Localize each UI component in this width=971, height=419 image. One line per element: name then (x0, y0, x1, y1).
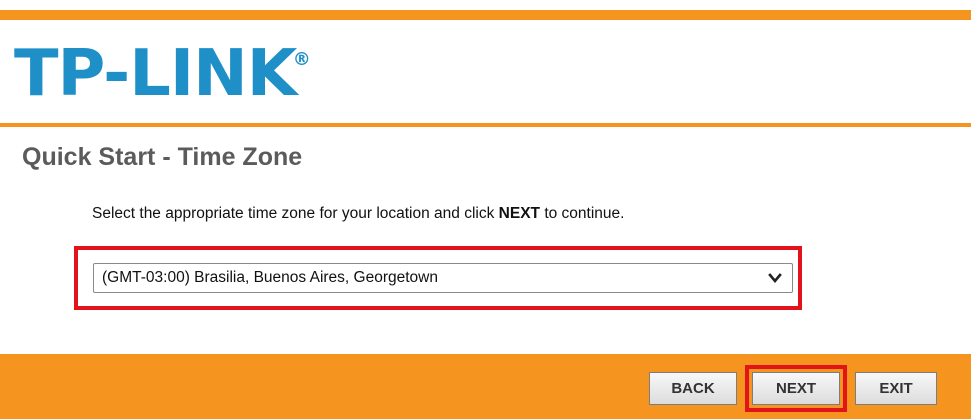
page-title: Quick Start - Time Zone (22, 143, 303, 171)
timezone-select[interactable]: (GMT-03:00) Brasilia, Buenos Aires, Geor… (93, 263, 793, 293)
chevron-down-icon (768, 273, 782, 284)
instruction-suffix: to continue. (540, 205, 625, 222)
tp-link-logo: TP-LINK ® (14, 39, 311, 109)
next-button[interactable]: NEXT (752, 372, 840, 405)
logo-text: TP-LINK (14, 37, 297, 111)
instruction-next-keyword: NEXT (498, 205, 541, 222)
timezone-selected-value: (GMT-03:00) Brasilia, Buenos Aires, Geor… (102, 269, 438, 286)
back-button[interactable]: BACK (649, 372, 737, 405)
top-orange-strip (0, 10, 971, 20)
exit-button[interactable]: EXIT (855, 372, 937, 405)
instruction-text: Select the appropriate time zone for you… (92, 205, 624, 223)
header-separator (0, 123, 971, 127)
instruction-prefix: Select the appropriate time zone for you… (92, 205, 499, 222)
